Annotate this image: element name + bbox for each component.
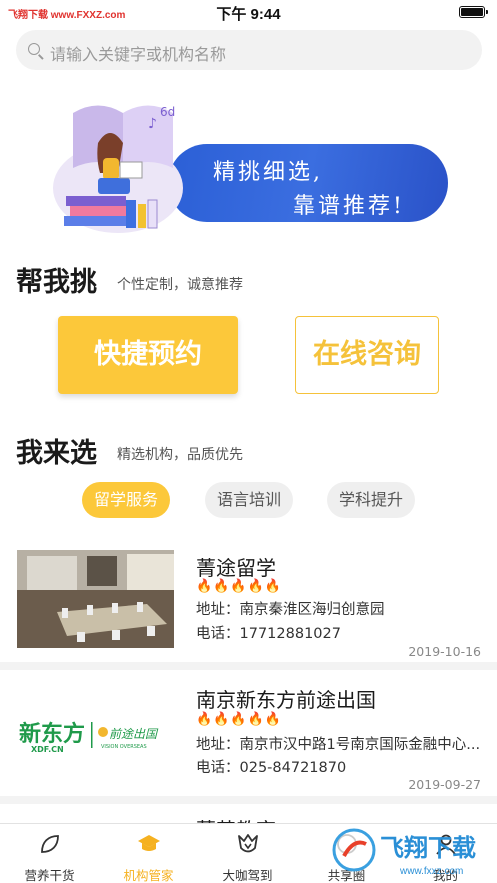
nav-label: 大咖驾到 — [222, 868, 273, 883]
logo-brand-text: 新东方 — [19, 721, 85, 747]
nav-item-nutrition[interactable]: 营养干货 — [0, 824, 99, 883]
status-time: 下午 9:44 — [216, 6, 281, 23]
site-watermark: 飞翔下载 www.fxxz.com — [332, 828, 476, 877]
choose-section-subtitle: 精选机构，品质优先 — [117, 447, 243, 463]
search-icon — [28, 43, 40, 55]
battery-icon — [459, 6, 488, 18]
institution-name: 南京新东方前途出国 — [196, 688, 376, 712]
graduation-cap-icon — [138, 835, 160, 851]
reading-girl-illustration: ♪ 6d — [53, 105, 183, 233]
institution-date: 2019-09-27 — [408, 777, 481, 792]
pick-section-subtitle: 个性定制，诚意推荐 — [117, 277, 243, 293]
watermark-text: 飞翔下载 — [380, 834, 476, 862]
watermark-url: www.fxxz.com — [399, 866, 463, 877]
banner-line1: 精挑细选, — [213, 160, 323, 185]
rating-flame-icons: 🔥🔥🔥🔥🔥 — [196, 579, 282, 594]
leaf-icon — [41, 835, 59, 853]
new-oriental-logo: 新东方 XDF.CN 前途出国 VISION OVERSEAS — [17, 686, 174, 784]
meeting-room-image — [17, 550, 174, 648]
search-input[interactable]: 请输入关键字或机构名称 — [16, 30, 482, 70]
crown-badge-icon — [238, 834, 258, 853]
institution-card[interactable]: 菁英教育 — [0, 804, 497, 824]
tab-subject-improvement[interactable]: 学科提升 — [327, 482, 415, 518]
institution-card[interactable]: 菁途留学 🔥🔥🔥🔥🔥 地址：南京秦淮区海归创意园 电话：17712881027 … — [0, 540, 497, 662]
pick-section-title: 帮我挑 — [16, 267, 97, 298]
card-divider — [0, 662, 497, 670]
nav-item-institution-manager[interactable]: 机构管家 — [99, 824, 198, 883]
nav-label: 营养干货 — [24, 868, 75, 883]
logo-domain-text: XDF.CN — [31, 745, 64, 754]
svg-text:6d: 6d — [160, 105, 175, 119]
promo-banner[interactable]: ♪ 6d 精挑细选, 靠谱推荐! — [48, 88, 453, 238]
app-screen: 飞翔下载 www.FXXZ.com 下午 9:44 请输入关键字或机构名称 ♪ … — [0, 0, 497, 883]
nav-label: 机构管家 — [123, 868, 174, 883]
institution-address: 地址：南京市汉中路1号南京国际金融中心... — [196, 737, 481, 753]
quick-booking-button[interactable]: 快捷预约 — [58, 316, 238, 394]
svg-text:♪: ♪ — [148, 116, 157, 132]
online-consult-button[interactable]: 在线咨询 — [295, 316, 439, 394]
institution-phone: 电话：17712881027 — [196, 626, 341, 642]
nav-item-experts[interactable]: 大咖驾到 — [198, 824, 297, 883]
institution-card[interactable]: 新东方 XDF.CN 前途出国 VISION OVERSEAS 南京新东方前途出… — [0, 670, 497, 796]
choose-section-title: 我来选 — [16, 438, 97, 469]
institution-name: 菁途留学 — [196, 556, 276, 580]
tab-study-abroad[interactable]: 留学服务 — [82, 482, 170, 518]
tab-language-training[interactable]: 语言培训 — [205, 482, 293, 518]
status-bar: 飞翔下载 www.FXXZ.com 下午 9:44 — [0, 0, 497, 26]
banner-line2: 靠谱推荐! — [293, 194, 405, 219]
logo-sub-text: 前途出国 — [109, 727, 159, 741]
rating-flame-icons: 🔥🔥🔥🔥🔥 — [196, 712, 282, 727]
logo-sub-en-text: VISION OVERSEAS — [101, 744, 147, 750]
search-placeholder: 请输入关键字或机构名称 — [50, 45, 227, 64]
card-divider — [0, 796, 497, 804]
institution-phone: 电话：025-84721870 — [196, 760, 347, 776]
institution-address: 地址：南京秦淮区海归创意园 — [196, 602, 385, 618]
institution-date: 2019-10-16 — [408, 644, 481, 659]
